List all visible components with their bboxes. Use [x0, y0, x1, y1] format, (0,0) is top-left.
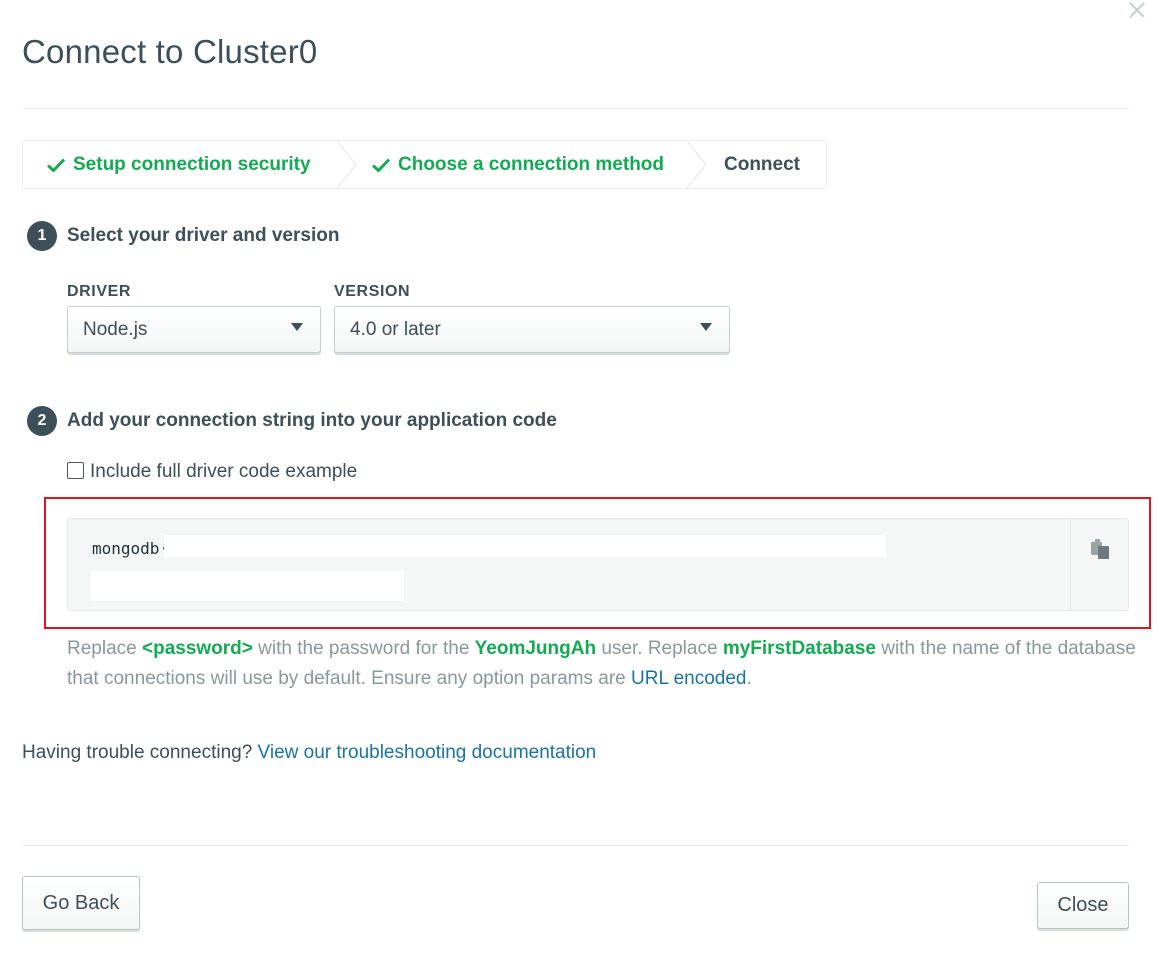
modal-title: Connect to Cluster0 — [22, 33, 318, 70]
version-select[interactable]: 4.0 or later — [334, 306, 730, 353]
wizard-step-label: Choose a connection method — [398, 153, 665, 175]
chevron-down-icon — [700, 322, 712, 331]
driver-selected-value: Node.js — [83, 318, 148, 340]
password-token: <password> — [142, 638, 253, 659]
checkbox-label: Include full driver code example — [90, 461, 358, 482]
step-1-title: Select your driver and version — [67, 225, 340, 246]
checkmark-icon — [47, 157, 65, 172]
wizard-step-setup-security[interactable]: Setup connection security — [23, 141, 357, 188]
driver-label: DRIVER — [67, 283, 132, 300]
wizard-step-label: Setup connection security — [73, 153, 311, 175]
step-2-heading: 2 Add your connection string into your a… — [27, 406, 557, 436]
url-encoded-link[interactable]: URL encoded — [631, 668, 746, 689]
troubleshooting-prompt: Having trouble connecting? — [22, 742, 258, 763]
driver-select[interactable]: Node.js — [67, 306, 321, 353]
checkmark-icon — [372, 157, 390, 172]
wizard-step-label: Connect — [724, 153, 800, 175]
step-number-badge: 1 — [27, 221, 57, 251]
go-back-button[interactable]: Go Back — [22, 876, 140, 930]
version-selected-value: 4.0 or later — [350, 318, 441, 340]
username: YeomJungAh — [474, 638, 597, 659]
wizard-step-connect[interactable]: Connect — [698, 141, 800, 188]
include-full-driver-code-checkbox[interactable] — [67, 462, 84, 479]
step-number-badge: 2 — [27, 406, 57, 436]
header-divider — [22, 108, 1129, 109]
close-button[interactable]: Close — [1037, 882, 1129, 929]
connection-help-text: Replace <password> with the password for… — [67, 634, 1137, 694]
chevron-down-icon — [291, 322, 303, 331]
troubleshooting-text: Having trouble connecting? View our trou… — [22, 742, 596, 764]
help-text: Replace — [67, 638, 142, 659]
help-text: . — [746, 668, 752, 689]
footer-divider — [22, 845, 1129, 846]
troubleshooting-docs-link[interactable]: View our troubleshooting documentation — [258, 742, 597, 763]
help-text: with the password for the — [252, 638, 475, 659]
wizard-step-connection-method[interactable]: Choose a connection method — [348, 141, 707, 188]
step-1-heading: 1 Select your driver and version — [27, 221, 339, 251]
modal-close-icon[interactable] — [1123, 0, 1151, 24]
help-text: user. Replace — [596, 638, 723, 659]
step-2-title: Add your connection string into your app… — [67, 410, 557, 431]
version-label: VERSION — [334, 283, 411, 300]
include-full-driver-code-option[interactable]: Include full driver code example — [67, 461, 357, 483]
database-name: myFirstDatabase — [722, 638, 876, 659]
annotation-highlight-box — [44, 497, 1151, 629]
connection-wizard-steps: Setup connection security Choose a conne… — [22, 140, 827, 189]
